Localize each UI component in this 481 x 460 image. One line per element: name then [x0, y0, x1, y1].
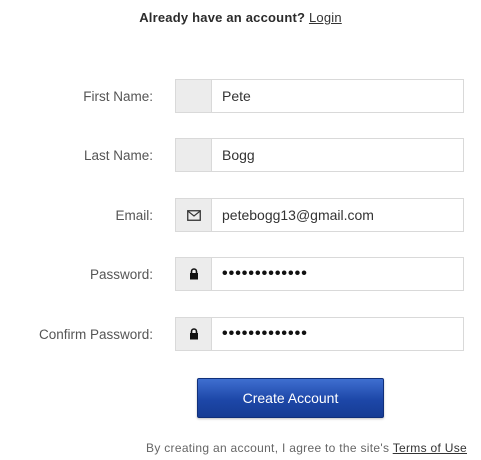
- confirm-password-field[interactable]: [175, 317, 464, 351]
- terms-of-use-link[interactable]: Terms of Use: [393, 441, 467, 455]
- confirm-password-row: Confirm Password:: [0, 317, 481, 353]
- envelope-icon: [186, 209, 201, 221]
- create-account-button[interactable]: Create Account: [197, 378, 384, 418]
- email-addon: [176, 199, 212, 231]
- first-name-row: First Name:: [0, 79, 481, 115]
- terms-notice: By creating an account, I agree to the s…: [0, 441, 481, 455]
- confirm-password-label: Confirm Password:: [38, 327, 153, 342]
- terms-notice-text: By creating an account, I agree to the s…: [146, 441, 393, 455]
- last-name-field[interactable]: [175, 138, 464, 172]
- password-addon: [176, 258, 212, 290]
- login-prompt: Already have an account? Login: [0, 10, 481, 25]
- last-name-input[interactable]: [212, 139, 463, 171]
- first-name-label: First Name:: [83, 89, 153, 104]
- email-label: Email:: [115, 208, 153, 223]
- already-have-account-text: Already have an account?: [139, 10, 306, 25]
- email-field[interactable]: [175, 198, 464, 232]
- last-name-addon: [176, 139, 212, 171]
- password-row: Password:: [0, 257, 481, 293]
- lock-icon: [189, 328, 198, 340]
- password-field[interactable]: [175, 257, 464, 291]
- lock-icon: [189, 268, 198, 280]
- login-link[interactable]: Login: [309, 10, 342, 25]
- password-input[interactable]: [212, 258, 463, 290]
- confirm-password-addon: [176, 318, 212, 350]
- first-name-field[interactable]: [175, 79, 464, 113]
- email-row: Email:: [0, 198, 481, 234]
- last-name-label: Last Name:: [83, 148, 153, 163]
- confirm-password-input[interactable]: [212, 318, 463, 350]
- email-input[interactable]: [212, 199, 463, 231]
- password-label: Password:: [89, 267, 153, 282]
- first-name-input[interactable]: [212, 80, 463, 112]
- first-name-addon: [176, 80, 212, 112]
- last-name-row: Last Name:: [0, 138, 481, 174]
